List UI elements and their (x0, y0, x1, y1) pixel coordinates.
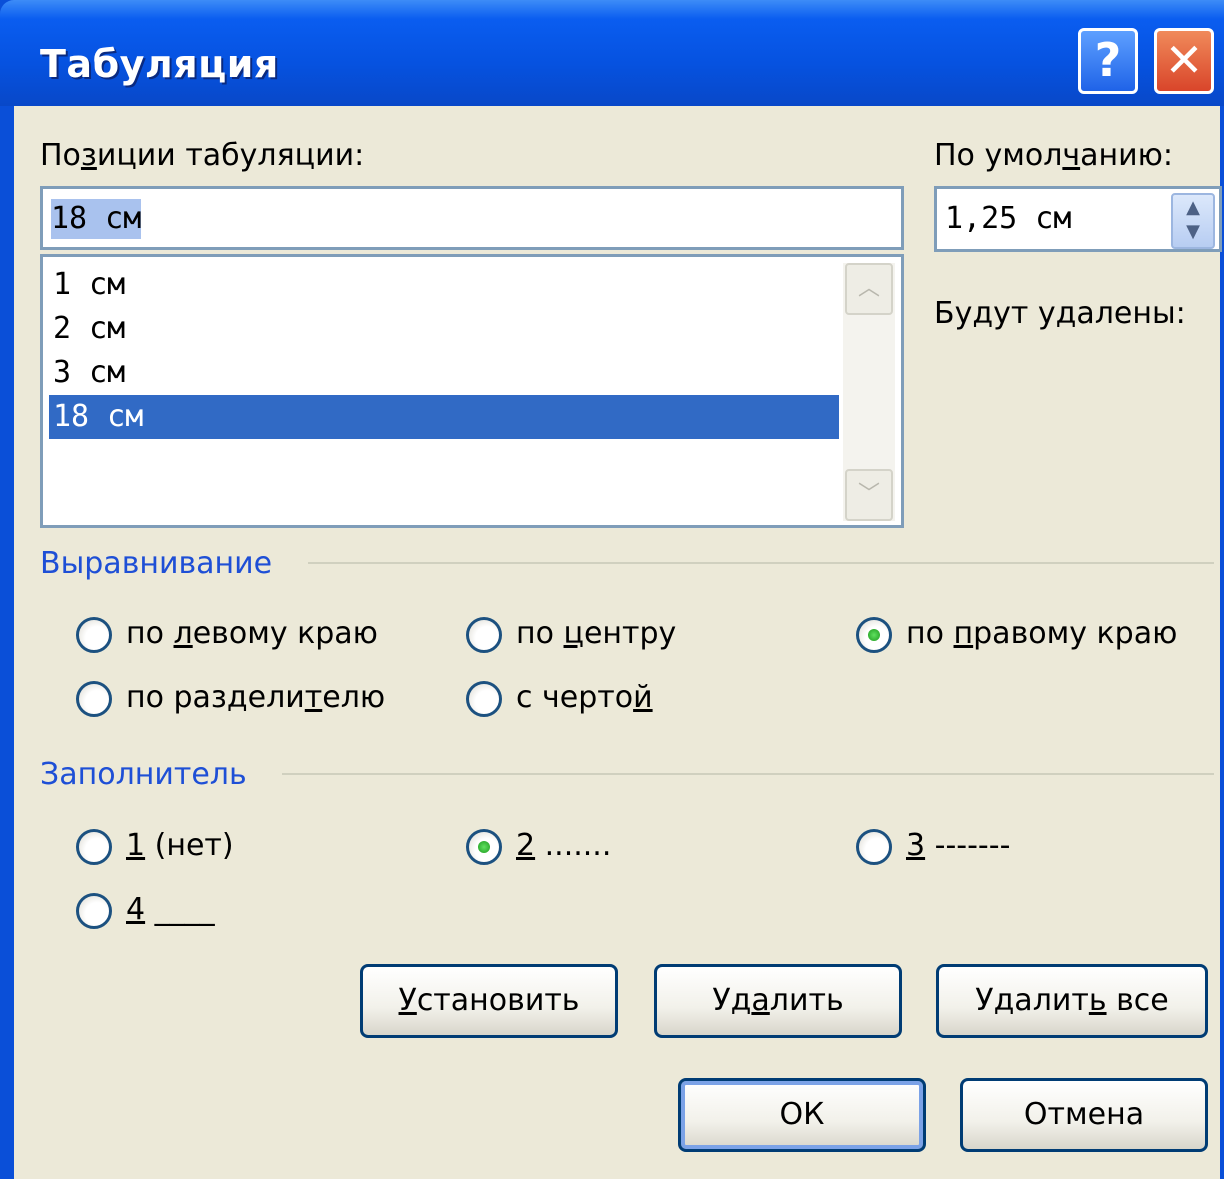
clear-all-button[interactable]: Удалить все (936, 964, 1208, 1038)
set-button[interactable]: Установить (360, 964, 618, 1038)
tabs-dialog: Табуляция ? ✕ Позиции табуляции: 18 см 1… (0, 0, 1224, 1179)
alignment-divider (308, 562, 1214, 564)
leader-divider (282, 773, 1214, 775)
leader-2-label[interactable]: 2 ....... (516, 828, 611, 863)
align-left-radio[interactable] (76, 617, 112, 653)
align-decimal-radio[interactable] (76, 681, 112, 717)
leader-3-radio[interactable] (856, 829, 892, 865)
tab-positions-label: Позиции табуляции: (40, 138, 365, 173)
align-left-label[interactable]: по левому краю (126, 616, 378, 651)
chevron-up-icon: ︿ (857, 276, 880, 301)
align-center-radio[interactable] (466, 617, 502, 653)
list-item-1[interactable]: 1 см (49, 263, 839, 307)
align-decimal-label[interactable]: по разделителю (126, 680, 385, 715)
default-stops-value: 1,25 см (945, 201, 1072, 236)
leader-4-label[interactable]: 4 ____ (126, 892, 215, 927)
tab-position-value: 18 см (51, 199, 142, 239)
list-item-3[interactable]: 3 см (49, 351, 839, 395)
leader-3-label[interactable]: 3 ------- (906, 828, 1010, 863)
align-center-label[interactable]: по центру (516, 616, 676, 651)
radio-selected-dot (478, 841, 490, 853)
dialog-title: Табуляция (40, 42, 279, 86)
to-clear-label: Будут удалены: (934, 296, 1186, 331)
tab-position-input[interactable]: 18 см (40, 186, 904, 250)
list-scrollbar[interactable]: ︿ ﹀ (843, 263, 895, 521)
list-item-4-selected[interactable]: 18 см (49, 395, 839, 439)
scroll-up-button[interactable]: ︿ (845, 263, 893, 315)
align-bar-label[interactable]: с чертой (516, 680, 653, 715)
align-right-label[interactable]: по правому краю (906, 616, 1177, 651)
leader-2-radio-selected[interactable] (466, 829, 502, 865)
tab-positions-list[interactable]: 1 см 2 см 3 см 18 см ︿ ﹀ (40, 254, 904, 528)
help-button[interactable]: ? (1078, 28, 1138, 94)
spin-buttons[interactable]: ▲ ▼ (1171, 193, 1215, 249)
ok-button[interactable]: ОК (678, 1078, 926, 1152)
clear-button[interactable]: Удалить (654, 964, 902, 1038)
alignment-group-title: Выравнивание (40, 546, 273, 581)
title-bar[interactable]: Табуляция ? ✕ (0, 0, 1224, 106)
list-item-2[interactable]: 2 см (49, 307, 839, 351)
close-button[interactable]: ✕ (1154, 28, 1214, 94)
spin-up-icon[interactable]: ▲ (1173, 197, 1213, 218)
chevron-down-icon: ﹀ (857, 482, 880, 507)
default-stops-spinner[interactable]: 1,25 см ▲ ▼ (934, 186, 1222, 252)
scroll-down-button[interactable]: ﹀ (845, 469, 893, 521)
leader-group-title: Заполнитель (40, 757, 247, 792)
spin-down-icon[interactable]: ▼ (1173, 221, 1213, 242)
radio-selected-dot (868, 629, 880, 641)
default-stops-label: По умолчанию: (934, 138, 1173, 173)
leader-1-radio[interactable] (76, 829, 112, 865)
cancel-button[interactable]: Отмена (960, 1078, 1208, 1152)
align-bar-radio[interactable] (466, 681, 502, 717)
leader-4-radio[interactable] (76, 893, 112, 929)
leader-1-label[interactable]: 1 (нет) (126, 828, 234, 863)
align-right-radio-selected[interactable] (856, 617, 892, 653)
